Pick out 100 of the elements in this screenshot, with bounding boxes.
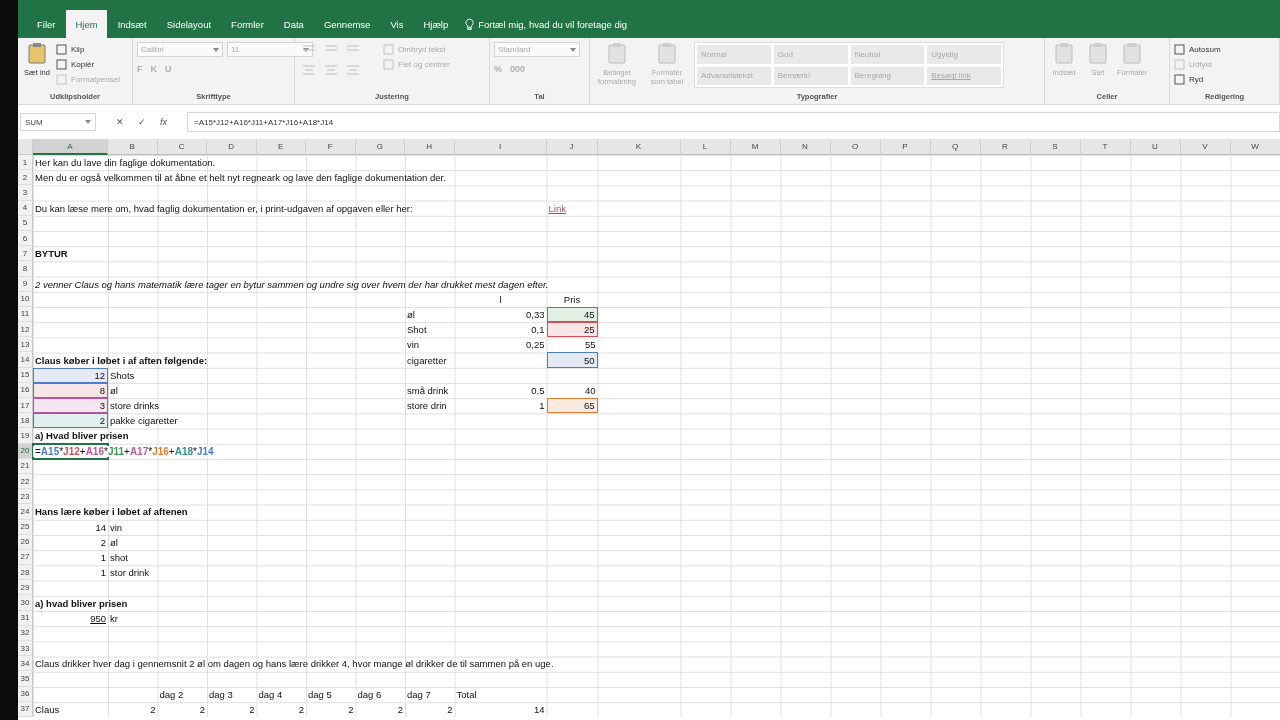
cell-text: stor drink — [109, 567, 151, 579]
row-header[interactable]: 29 — [18, 580, 33, 596]
column-header[interactable]: M — [730, 139, 781, 155]
row-header[interactable]: 18 — [18, 413, 33, 429]
row-header[interactable]: 3 — [18, 185, 33, 201]
cell-text: 14 — [94, 521, 107, 533]
ribbon-button[interactable]: Kopiér — [56, 57, 120, 72]
column-header[interactable]: E — [256, 139, 306, 155]
cell-text: 950 — [89, 612, 107, 624]
row-header[interactable]: 19 — [18, 428, 33, 444]
row-header[interactable]: 2 — [18, 170, 33, 186]
row-header[interactable]: 7 — [18, 246, 33, 262]
command-icon — [1174, 44, 1185, 55]
cell-text: 1 — [99, 551, 107, 563]
cell-text: 0,1 — [530, 324, 546, 336]
ribbon-tab[interactable]: Hjem — [66, 10, 107, 38]
column-header[interactable]: N — [780, 139, 831, 155]
select-all-button[interactable] — [18, 139, 33, 155]
ribbon-tab[interactable]: Sidelayout — [157, 10, 221, 38]
column-header[interactable]: I — [454, 139, 547, 155]
cell-text: 2 — [198, 703, 206, 715]
ribbon-tab[interactable]: Indsæt — [108, 10, 156, 38]
command-icon — [383, 44, 394, 55]
column-header[interactable]: B — [108, 139, 158, 155]
column-header[interactable]: J — [546, 139, 598, 155]
tell-me-search[interactable]: Fortæl mig, hvad du vil foretage dig — [459, 10, 628, 38]
cell-text: Hans lære køber i løbet af aftenen — [34, 506, 189, 518]
row-header[interactable]: 35 — [18, 671, 33, 687]
row-header[interactable]: 1 — [18, 155, 33, 171]
row-header[interactable]: 34 — [18, 656, 33, 672]
cell-text: cigaretter — [406, 354, 448, 366]
column-header[interactable]: H — [405, 139, 455, 155]
cell-text: Claus — [34, 703, 61, 715]
ribbon-tab[interactable]: Vis — [381, 10, 413, 38]
caret-icon — [85, 120, 91, 124]
insert-function-button[interactable]: fx — [160, 117, 167, 127]
row-header[interactable]: 8 — [18, 261, 33, 277]
row-header[interactable]: 24 — [18, 504, 33, 520]
row-header[interactable]: 33 — [18, 641, 33, 657]
column-header[interactable]: P — [880, 139, 931, 155]
command-icon — [605, 42, 629, 66]
column-header[interactable]: L — [680, 139, 731, 155]
ribbon-tab[interactable]: Hjælp — [414, 10, 458, 38]
column-header[interactable]: F — [306, 139, 356, 155]
row-header[interactable]: 30 — [18, 595, 33, 611]
ribbon-tab[interactable]: Gennemse — [314, 10, 380, 38]
cell-text: Claus drikker hver dag i gennemsnit 2 øl om dagen og hans lære drikker 4, hvor mange øl drikker de til sammen på en uge. — [34, 658, 555, 670]
ribbon-button[interactable]: Ryd — [1174, 72, 1221, 87]
cell-text: dag 7 — [406, 688, 432, 700]
cell-text: øl — [109, 536, 119, 548]
name-box[interactable]: SUM — [20, 113, 96, 131]
row-header[interactable]: 14 — [18, 352, 33, 368]
cell-text: 0,5 — [530, 384, 546, 396]
command-icon — [56, 74, 67, 85]
column-header[interactable]: C — [157, 139, 207, 155]
ribbon-button[interactable]: Autosum — [1174, 42, 1221, 57]
cell-text: Shot — [406, 324, 428, 336]
link[interactable]: Link — [546, 202, 568, 214]
cell-text: 2 — [297, 703, 305, 715]
command-icon — [1174, 74, 1185, 85]
cancel-button[interactable]: ✕ — [116, 117, 124, 127]
cell-text: Total — [455, 688, 478, 700]
formula-input[interactable]: =A15*J12+A16*J11+A17*J16+A18*J14 — [187, 112, 1280, 132]
column-header[interactable]: O — [830, 139, 881, 155]
row-header[interactable]: 23 — [18, 489, 33, 505]
enter-button[interactable]: ✓ — [138, 117, 146, 127]
cell-text: vin — [109, 521, 124, 533]
column-header[interactable]: W — [1230, 139, 1280, 155]
ribbon-tab[interactable]: Data — [274, 10, 313, 38]
column-header[interactable]: G — [355, 139, 405, 155]
column-header[interactable]: A — [33, 139, 108, 155]
column-header[interactable]: K — [597, 139, 681, 155]
column-header[interactable]: V — [1180, 139, 1231, 155]
cell-text: 2 venner Claus og hans matematik lære tager en bytur sammen og undre sig over hvem der har drukket mest dagen efter. — [34, 278, 550, 290]
column-header[interactable]: Q — [930, 139, 981, 155]
command-icon — [56, 44, 67, 55]
cell-text: 3 — [98, 400, 106, 412]
row-header[interactable]: 12 — [18, 322, 33, 338]
row-header[interactable]: 13 — [18, 337, 33, 353]
cell-text: øl — [406, 308, 416, 320]
cell-text: 2 — [347, 703, 355, 715]
column-header[interactable]: S — [1030, 139, 1081, 155]
cell-text: l — [498, 293, 503, 305]
row-header[interactable]: 28 — [18, 565, 33, 581]
cell-text: dag 5 — [307, 688, 333, 700]
ribbon-button[interactable]: Klip — [56, 42, 120, 57]
column-header[interactable]: T — [1080, 139, 1131, 155]
cell-text: 2 — [248, 703, 256, 715]
column-header[interactable]: U — [1130, 139, 1181, 155]
column-header[interactable]: D — [207, 139, 257, 155]
cell-text: 2 — [98, 415, 106, 427]
cell-text: 25 — [582, 324, 596, 336]
ribbon-tab[interactable]: Formler — [222, 10, 273, 38]
command-icon — [383, 59, 394, 70]
cell-text: 0,25 — [525, 339, 546, 351]
command-icon — [1174, 59, 1185, 70]
column-header[interactable]: R — [980, 139, 1031, 155]
row-header[interactable]: 17 — [18, 398, 33, 414]
cell-text: 2 — [446, 703, 454, 715]
ribbon-tab[interactable]: Filer — [28, 10, 65, 38]
